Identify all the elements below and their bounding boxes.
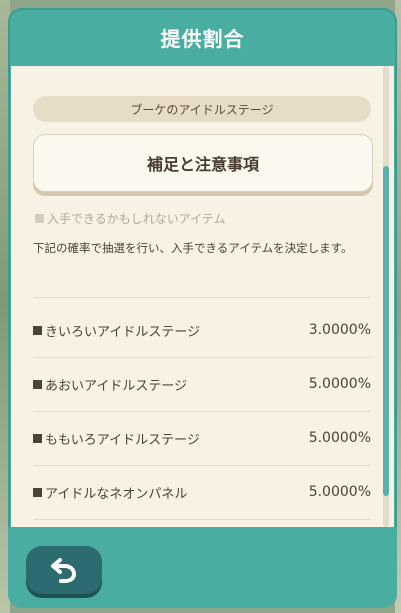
scrollbar-thumb[interactable] [383,166,389,496]
back-button[interactable] [26,546,102,594]
item-rate: 3.0000% [308,322,371,338]
square-bullet-icon [33,379,42,389]
item-row: ももいろアイドルステージ 5.0000% [33,411,371,466]
stage-name-label: ブーケのアイドルステージ [33,96,371,122]
item-rate: 5.0000% [308,430,371,446]
item-name: きいろいアイドルステージ [45,324,201,340]
back-arrow-icon [51,558,77,583]
dialog-title: 提供割合 [160,26,245,51]
scrollbar[interactable] [383,66,389,527]
item-row: あおいアイドルステージ 5.0000% [33,357,371,412]
item-name: ももいろアイドルステージ [45,432,200,448]
dialog-footer [8,527,397,608]
item-row: アイドルなネオンパネル 5.0000% [33,465,371,520]
square-bullet-icon [35,214,44,223]
rates-dialog: 提供割合 ブーケのアイドルステージ 補足と注意事項 入手できるかもしれないアイテ… [8,8,397,608]
item-name: アイドルなネオンパネル [45,486,188,502]
section-heading-text: 入手できるかもしれないアイテム [47,212,226,226]
section-heading: 入手できるかもしれないアイテム [35,210,226,227]
square-bullet-icon [33,433,42,443]
item-row: きいろいアイドルステージ 3.0000% [33,303,371,358]
notes-button[interactable]: 補足と注意事項 [33,134,373,192]
item-name: あおいアイドルステージ [45,378,188,394]
divider [33,297,371,298]
item-rate: 5.0000% [308,376,371,392]
dialog-content[interactable]: ブーケのアイドルステージ 補足と注意事項 入手できるかもしれないアイテム 下記の… [11,66,394,527]
item-rate: 5.0000% [308,484,371,500]
square-bullet-icon [33,487,42,497]
description-text: 下記の確率で抽選を行い、入手できるアイテムを決定します。 [33,241,353,255]
square-bullet-icon [33,325,42,335]
